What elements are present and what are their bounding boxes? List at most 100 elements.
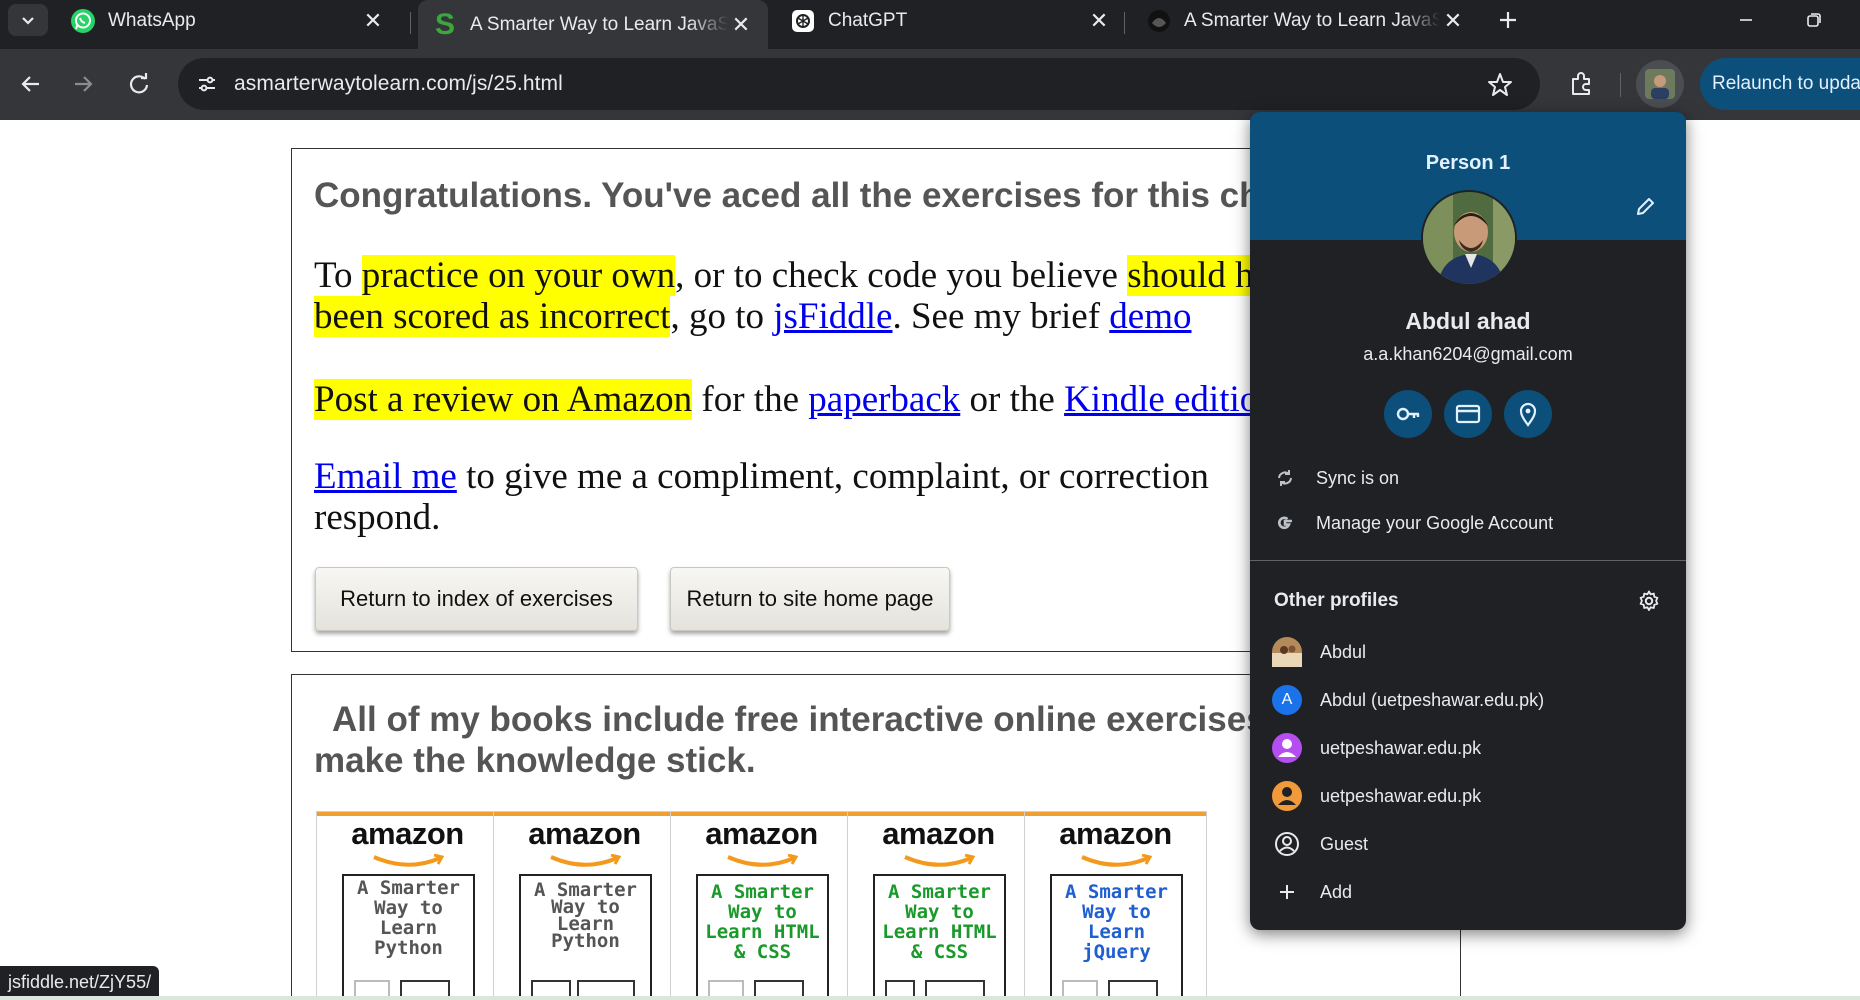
guest-icon (1272, 829, 1302, 859)
add-profile-label: Add (1320, 881, 1353, 902)
book-cover: A Smarter Way to Learn Python (519, 874, 652, 1000)
book-cover: A Smarter Way to Learn HTML & CSS (696, 874, 829, 1000)
arrow-left-icon (21, 76, 39, 92)
profile-item-guest[interactable]: Guest (1250, 824, 1686, 864)
browser-toolbar: asmarterwaytolearn.com/js/25.html Relaun… (0, 49, 1860, 120)
sync-row[interactable]: Sync is on (1250, 458, 1686, 498)
addresses-button[interactable] (1504, 390, 1552, 438)
site-info-icon[interactable] (190, 67, 224, 101)
reload-icon (129, 73, 149, 94)
key-icon (1396, 407, 1420, 421)
new-tab-button[interactable] (1490, 4, 1526, 36)
tab-title: WhatsApp (108, 9, 196, 31)
text: for the (692, 379, 809, 420)
text: to give me a compliment, complaint, or c… (456, 456, 1209, 497)
address-bar[interactable]: asmarterwaytolearn.com/js/25.html (178, 58, 1540, 110)
avatar (1272, 637, 1302, 667)
profile-item-uet-purple[interactable]: uetpeshawar.edu.pk (1250, 728, 1686, 768)
profile-item-uet-orange[interactable]: uetpeshawar.edu.pk (1250, 776, 1686, 816)
tab-search-button[interactable] (8, 4, 48, 36)
tab-strip: WhatsApp ✕ S A Smarter Way to Learn Java… (0, 0, 1860, 49)
add-profile-row[interactable]: Add (1250, 872, 1686, 912)
text: respond. (314, 497, 441, 538)
profile-avatar-button[interactable] (1636, 60, 1684, 108)
books-headline: All of my books include free interactive… (332, 700, 1340, 739)
status-bar-url: jsfiddle.net/ZjY55/ (0, 966, 160, 999)
gear-icon[interactable] (1634, 586, 1664, 616)
book-card[interactable]: amazon A Smarter Way to Learn Python (316, 811, 499, 1000)
profile-item-abdul-uet[interactable]: A Abdul (uetpeshawar.edu.pk) (1250, 680, 1686, 720)
book-card[interactable]: amazon A Smarter Way to Learn jQuery (1024, 811, 1207, 1000)
tab-separator (410, 12, 411, 34)
close-icon[interactable]: ✕ (1440, 8, 1466, 34)
edit-pencil-icon[interactable] (1630, 192, 1660, 222)
book-title: A Smarter Way to Learn HTML & CSS (705, 881, 820, 963)
restore-button[interactable] (1784, 0, 1844, 40)
demo-link[interactable]: demo (1109, 296, 1191, 337)
book-title: A Smarter Way to Learn Python (357, 877, 460, 959)
reload-button[interactable] (118, 63, 160, 105)
book-cover: A Smarter Way to Learn jQuery (1050, 874, 1183, 1000)
profile-item-label: Guest (1320, 833, 1369, 854)
passwords-button[interactable] (1384, 390, 1432, 438)
book-title: A Smarter Way to Learn Python (534, 879, 637, 952)
text: , go to (670, 296, 774, 337)
url-text[interactable]: asmarterwaytolearn.com/js/25.html (234, 72, 563, 96)
sync-label: Sync is on (1316, 467, 1400, 488)
review-paragraph: Post a review on Amazon for the paperbac… (314, 379, 1414, 420)
amazon-logo: amazon (882, 816, 995, 851)
jsfiddle-link[interactable]: jsFiddle (773, 296, 892, 337)
forward-button[interactable] (62, 63, 104, 105)
kindle-link[interactable]: Kindle edition (1064, 379, 1277, 420)
email-me-link[interactable]: Email me (314, 456, 457, 497)
tab-smarter-way-active[interactable]: S A Smarter Way to Learn JavaScript ✕ (418, 0, 768, 49)
close-icon[interactable]: ✕ (728, 12, 754, 38)
chevron-down-icon (22, 17, 34, 25)
close-icon[interactable]: ✕ (360, 8, 386, 34)
site-logo-icon (1146, 8, 1172, 34)
book-card[interactable]: amazon A Smarter Way to Learn Python (493, 811, 676, 1000)
profile-item-label: uetpeshawar.edu.pk (1320, 737, 1482, 758)
credit-card-icon (1455, 404, 1481, 424)
profile-item-abdul[interactable]: Abdul (1250, 632, 1686, 672)
initial-badge: A (1272, 685, 1302, 715)
highlight-text: been scored as incorrect (314, 296, 671, 337)
restore-icon (1807, 13, 1821, 27)
avatar (1645, 69, 1675, 99)
profile-item-label: Abdul (uetpeshawar.edu.pk) (1320, 689, 1545, 710)
book-cover: A Smarter Way to Learn Python (342, 874, 475, 1000)
bookmark-star-icon[interactable] (1484, 69, 1516, 101)
window-bottom-border (0, 996, 1860, 1000)
google-g-icon (1272, 510, 1298, 536)
profile-menu: Person 1 Abdul ahad a.a.khan6204@gmail.c… (1250, 112, 1686, 930)
plus-icon (1500, 12, 1516, 28)
amazon-smile-icon (726, 854, 798, 867)
back-button[interactable] (10, 63, 52, 105)
extensions-button[interactable] (1560, 63, 1602, 105)
relaunch-update-button[interactable]: Relaunch to update (1700, 58, 1860, 110)
return-to-index-button[interactable]: Return to index of exercises (315, 567, 638, 631)
manage-account-label: Manage your Google Account (1316, 512, 1554, 533)
puzzle-icon (1572, 72, 1590, 95)
paperback-link[interactable]: paperback (808, 379, 960, 420)
tab-smarter-way-2[interactable]: A Smarter Way to Learn JavaScript ✕ (1132, 0, 1480, 41)
book-card[interactable]: amazon A Smarter Way to Learn HTML & CSS (847, 811, 1030, 1000)
manage-google-account-row[interactable]: Manage your Google Account (1250, 503, 1686, 543)
tab-whatsapp[interactable]: WhatsApp ✕ (56, 0, 400, 41)
book-card[interactable]: amazon A Smarter Way to Learn HTML & CSS (670, 811, 853, 1000)
book-cover: A Smarter Way to Learn HTML & CSS (873, 874, 1006, 1000)
amazon-smile-icon (1080, 854, 1152, 867)
whatsapp-icon (70, 8, 96, 34)
return-to-home-button[interactable]: Return to site home page (670, 567, 950, 631)
payment-methods-button[interactable] (1444, 390, 1492, 438)
minimize-button[interactable] (1716, 0, 1776, 40)
highlight-text: Post a review on Amazon (314, 379, 693, 420)
other-profiles-heading: Other profiles (1274, 590, 1399, 611)
text: or the (960, 379, 1065, 420)
amazon-logo: amazon (351, 816, 464, 851)
close-icon[interactable]: ✕ (1086, 8, 1112, 34)
profile-item-label: uetpeshawar.edu.pk (1320, 785, 1482, 806)
tab-chatgpt[interactable]: ChatGPT ✕ (776, 0, 1126, 41)
person-icon (1272, 733, 1302, 763)
arrow-right-icon (75, 76, 93, 92)
